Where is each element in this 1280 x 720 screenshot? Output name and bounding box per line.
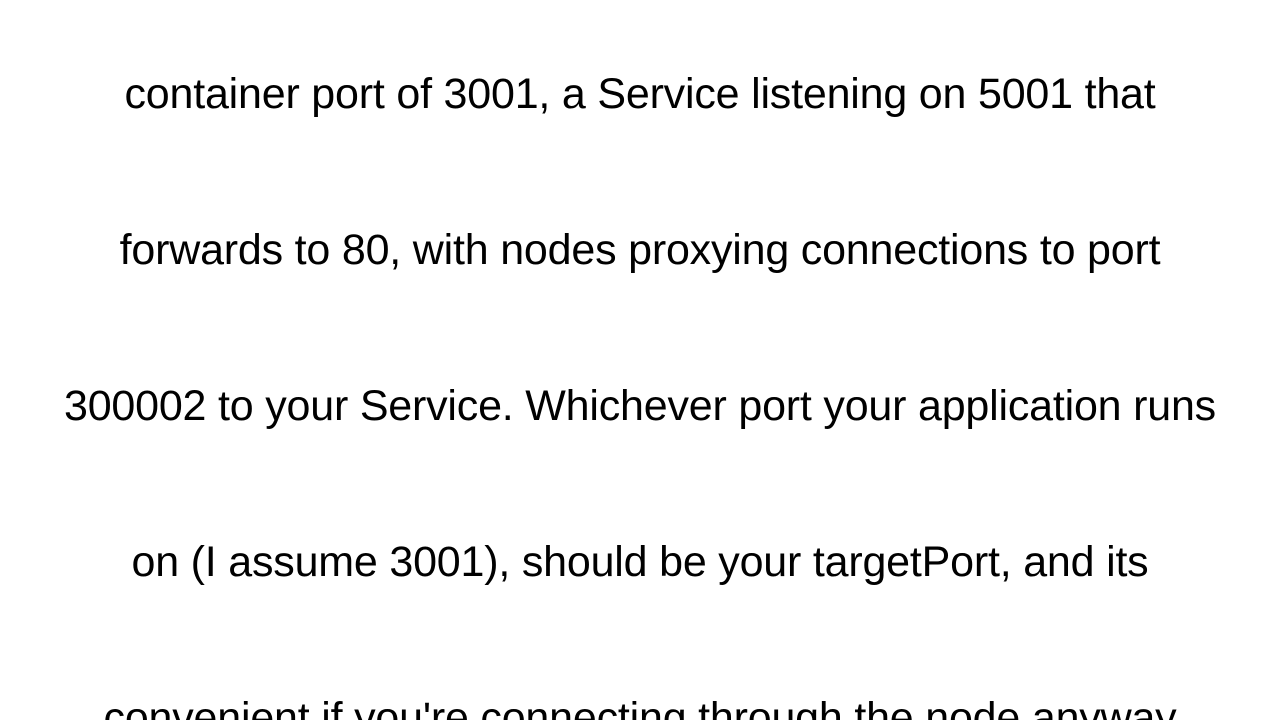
text-line-1: container port of 3001, a Service listen…: [124, 70, 1156, 118]
text-line-2: forwards to 80, with nodes proxying conn…: [119, 226, 1161, 274]
text-page: container port of 3001, a Service listen…: [0, 0, 1280, 720]
text-line-4: on (I assume 3001), should be your targe…: [131, 538, 1149, 586]
text-line-3: 300002 to your Service. Whichever port y…: [63, 382, 1216, 430]
text-line-5: convenient if you're connecting through …: [103, 694, 1177, 720]
text-paragraph: container port of 3001, a Service listen…: [0, 0, 1280, 720]
